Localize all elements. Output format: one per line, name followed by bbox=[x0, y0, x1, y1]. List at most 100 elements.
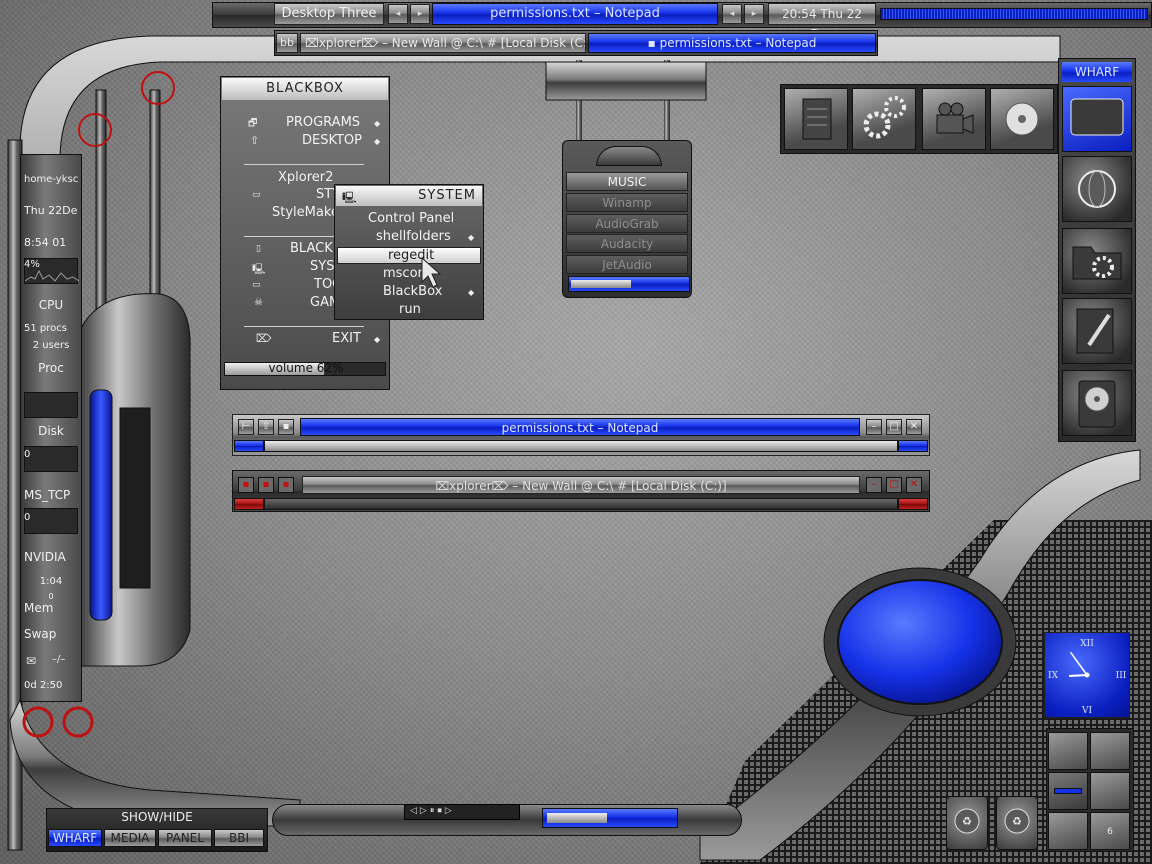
clock-numeral-3: III bbox=[1116, 671, 1127, 681]
pager-desktop-4[interactable] bbox=[1090, 772, 1130, 810]
globe-icon[interactable] bbox=[1062, 156, 1132, 222]
submenu-item-run[interactable]: run bbox=[399, 302, 421, 317]
media-next-icon[interactable]: ▷ bbox=[445, 806, 455, 816]
cpu-label: CPU bbox=[38, 298, 64, 312]
xplorer-title[interactable]: ⌧xplorer⌦ – New Wall @ C:\ # [Local Disk… bbox=[302, 476, 860, 494]
window-shade-button[interactable]: ▪ bbox=[258, 477, 274, 493]
gears-icon[interactable] bbox=[852, 88, 916, 150]
recycle-bin-icon[interactable]: ♻ bbox=[996, 796, 1038, 850]
network-value: 0 bbox=[24, 512, 31, 523]
music-progress-bar[interactable] bbox=[568, 276, 690, 292]
notepad-handle[interactable] bbox=[264, 440, 898, 452]
volume-label: volume 62% bbox=[268, 361, 344, 375]
blackbox-menu-title: BLACKBOX bbox=[222, 78, 388, 100]
disk-icon[interactable] bbox=[1062, 370, 1132, 436]
media-progress-thumb[interactable] bbox=[547, 813, 607, 823]
show-hide-wharf-button[interactable]: WHARF bbox=[48, 829, 102, 847]
clock-hour-hand bbox=[1068, 674, 1088, 677]
toolbar-stripe bbox=[880, 8, 1148, 20]
music-item-winamp[interactable]: Winamp bbox=[566, 193, 688, 212]
menu-item-programs[interactable]: PROGRAMS bbox=[286, 115, 360, 130]
pager-desktop-1[interactable] bbox=[1048, 732, 1088, 770]
mem-label: Mem bbox=[24, 601, 54, 615]
music-panel-cap bbox=[596, 146, 662, 166]
music-item-audacity[interactable]: Audacity bbox=[566, 234, 688, 253]
proc-label: Proc bbox=[38, 361, 64, 375]
show-hide-bbi-button[interactable]: BBI bbox=[214, 829, 264, 847]
skull-icon: ☠ bbox=[254, 297, 263, 308]
task-notepad[interactable]: ▪ permissions.txt – Notepad bbox=[588, 33, 876, 53]
music-item-jetaudio[interactable]: JetAudio bbox=[566, 255, 688, 274]
media-play-icon[interactable]: ▷ bbox=[420, 806, 430, 816]
window-icon: ▯ bbox=[256, 244, 261, 254]
minimize-button[interactable]: – bbox=[866, 419, 882, 435]
window-menu-button[interactable]: ⊢ bbox=[238, 419, 254, 435]
workspace-prev-button[interactable]: ◂ bbox=[388, 4, 408, 24]
document-icon[interactable] bbox=[784, 88, 848, 150]
resize-grip-right[interactable] bbox=[898, 498, 928, 510]
window-stick-button[interactable]: ▪ bbox=[278, 419, 294, 435]
bb-button[interactable]: bb bbox=[276, 33, 298, 53]
media-stop-icon[interactable]: ⏹ bbox=[437, 806, 445, 816]
resize-grip-left[interactable] bbox=[234, 498, 264, 510]
submenu-arrow-icon: ◆ bbox=[468, 288, 475, 297]
pager-desktop-2[interactable] bbox=[1090, 732, 1130, 770]
workspace-label[interactable]: Desktop Three bbox=[274, 3, 384, 25]
menu-item-desktop[interactable]: DESKTOP bbox=[302, 133, 362, 148]
clock-numeral-9: IX bbox=[1048, 671, 1059, 681]
recycle-bin-icon[interactable]: ♻ bbox=[946, 796, 988, 850]
camera-icon[interactable] bbox=[922, 88, 986, 150]
task-xplorer[interactable]: ⌧xplorer⌦ – New Wall @ C:\ # [Local Disk… bbox=[300, 33, 586, 53]
maximize-button[interactable]: □ bbox=[886, 419, 902, 435]
system-icon: 🖳 bbox=[252, 264, 266, 275]
media-buttons[interactable]: ◁▷⏸⏹▷ bbox=[410, 806, 455, 816]
window-next-button[interactable]: ▸ bbox=[744, 4, 764, 24]
media-prev-icon[interactable]: ◁ bbox=[410, 806, 420, 816]
svg-text:♻: ♻ bbox=[962, 815, 972, 828]
submenu-item-control-panel[interactable]: Control Panel bbox=[368, 211, 454, 226]
workspace-next-button[interactable]: ▸ bbox=[410, 4, 430, 24]
monitor-icon[interactable] bbox=[1062, 86, 1132, 152]
pager-desktop-5[interactable] bbox=[1048, 812, 1088, 850]
music-item-audiograb[interactable]: AudioGrab bbox=[566, 214, 688, 233]
toolbar-clock[interactable]: 20:54 Thu 22 Dec bbox=[768, 3, 876, 41]
submenu-item-shellfolders[interactable]: shellfolders bbox=[376, 229, 451, 244]
window-menu-button[interactable]: ▪ bbox=[238, 477, 254, 493]
close-button[interactable]: ✕ bbox=[906, 477, 922, 493]
users-label: 2 users bbox=[32, 340, 70, 351]
xplorer-handle[interactable] bbox=[264, 498, 898, 510]
window-shade-button[interactable]: ⇧ bbox=[258, 419, 274, 435]
submenu-arrow-icon: ◆ bbox=[374, 335, 381, 344]
menu-item-exit[interactable]: EXIT bbox=[332, 331, 361, 346]
resize-grip-right[interactable] bbox=[898, 440, 928, 452]
window-icon: ▭ bbox=[252, 190, 261, 200]
disk-value: 0 bbox=[24, 449, 31, 460]
maximize-button[interactable]: □ bbox=[886, 477, 902, 493]
resize-grip-left[interactable] bbox=[234, 440, 264, 452]
close-button[interactable]: ✕ bbox=[906, 419, 922, 435]
mail-value: –/– bbox=[52, 654, 66, 665]
notepad-title[interactable]: permissions.txt – Notepad bbox=[300, 418, 860, 436]
pager-desktop-6[interactable]: 6 bbox=[1090, 812, 1130, 850]
current-window-title[interactable]: permissions.txt – Notepad bbox=[432, 3, 718, 25]
show-hide-media-button[interactable]: MEDIA bbox=[104, 829, 156, 847]
show-hide-panel-button[interactable]: PANEL bbox=[158, 829, 212, 847]
mouse-cursor-icon bbox=[421, 256, 442, 288]
gpu-label: NVIDIA bbox=[24, 550, 66, 564]
cd-icon[interactable] bbox=[990, 88, 1054, 150]
media-progress-bar[interactable] bbox=[542, 808, 678, 828]
submenu-arrow-icon: ◆ bbox=[468, 233, 475, 242]
blue-dome-decoration bbox=[823, 567, 1017, 717]
window-prev-button[interactable]: ◂ bbox=[722, 4, 742, 24]
folder-gear-icon[interactable] bbox=[1062, 228, 1132, 294]
submenu-arrow-icon: ◆ bbox=[374, 137, 381, 146]
menu-item-xplorer2[interactable]: Xplorer2 bbox=[278, 170, 333, 185]
gpu-time: 1:04 bbox=[39, 576, 63, 587]
network-label: MS_TCP bbox=[24, 488, 71, 502]
window-stick-button[interactable]: ▪ bbox=[278, 477, 294, 493]
arrow-up-icon: ⇧ bbox=[250, 134, 260, 147]
system-icon: 🖳 bbox=[342, 191, 357, 204]
clock-minute-hand bbox=[1069, 651, 1088, 676]
notepad-icon[interactable] bbox=[1062, 298, 1132, 364]
minimize-button[interactable]: – bbox=[866, 477, 882, 493]
